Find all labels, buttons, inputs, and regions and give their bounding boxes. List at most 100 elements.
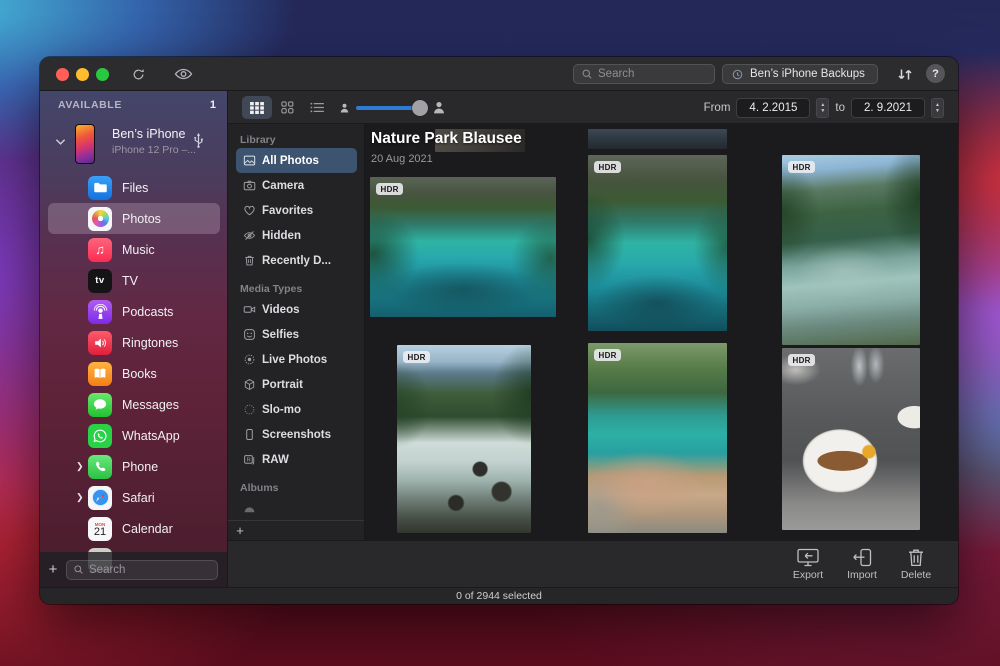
- panel-item-recently-deleted[interactable]: Recently D...: [236, 248, 357, 273]
- photo-thumbnail-6[interactable]: HDR: [782, 348, 920, 530]
- sidebar-footer: + Search: [40, 552, 228, 587]
- sidebar-item-whatsapp[interactable]: WhatsApp: [48, 420, 220, 451]
- photo-thumbnail-4[interactable]: HDR: [397, 345, 531, 533]
- device-sidebar: AVAILABLE 1 Ben’s iPhone iPhone 12 Pro –…: [40, 91, 228, 587]
- screenshot-phone-icon: [236, 428, 262, 441]
- live-photo-icon: [236, 353, 262, 366]
- to-label: to: [835, 102, 845, 114]
- panel-item-screenshots[interactable]: Screenshots: [236, 422, 357, 447]
- sidebar-item-tv[interactable]: tv TV: [48, 265, 220, 296]
- from-label: From: [704, 102, 731, 114]
- messages-app-icon: [88, 393, 112, 417]
- phone-app-icon: [88, 455, 112, 479]
- panel-item-partial-album[interactable]: [236, 496, 357, 521]
- cube-icon: [236, 378, 262, 391]
- sidebar-search-placeholder: Search: [89, 564, 125, 576]
- close-window-button[interactable]: [56, 68, 69, 81]
- panel-item-hidden[interactable]: Hidden: [236, 223, 357, 248]
- sidebar-item-messages[interactable]: Messages: [48, 389, 220, 420]
- thumbnail-view-icon: [281, 101, 294, 114]
- quick-look-button[interactable]: [173, 65, 193, 83]
- sidebar-item-phone[interactable]: ❯ Phone: [48, 451, 220, 482]
- partial-photo-strip[interactable]: [588, 129, 727, 149]
- group-title: Nature Park Blausee: [371, 130, 522, 148]
- usb-connection-icon: [192, 132, 205, 149]
- backups-button-label: Ben’s iPhone Backups: [750, 68, 865, 80]
- grid-view-button[interactable]: [242, 96, 272, 119]
- tv-app-icon: tv: [88, 269, 112, 293]
- panel-item-all-photos[interactable]: All Photos: [236, 148, 357, 173]
- sidebar-item-podcasts[interactable]: Podcasts: [48, 296, 220, 327]
- sidebar-item-books[interactable]: Books: [48, 358, 220, 389]
- from-date-field[interactable]: 4. 2.2015: [736, 98, 810, 118]
- add-album-button[interactable]: +: [228, 523, 252, 538]
- transfers-button[interactable]: [892, 65, 918, 83]
- small-person-icon: [340, 103, 349, 113]
- photo-grid: Nature Park Blausee 20 Aug 2021 HDR HDR …: [365, 124, 958, 540]
- chevron-down-icon[interactable]: [55, 138, 66, 146]
- statusbar: 0 of 2944 selected: [40, 587, 958, 604]
- available-label: AVAILABLE: [58, 99, 122, 111]
- heart-icon: [236, 204, 262, 217]
- minimize-window-button[interactable]: [76, 68, 89, 81]
- sidebar-search-field[interactable]: Search: [66, 560, 218, 580]
- books-app-icon: [88, 362, 112, 386]
- photo-thumbnail-2[interactable]: HDR: [588, 155, 727, 331]
- backups-button[interactable]: Ben’s iPhone Backups: [722, 64, 878, 84]
- add-device-button[interactable]: +: [40, 561, 66, 578]
- import-button[interactable]: Import: [842, 548, 882, 581]
- panel-item-live-photos[interactable]: Live Photos: [236, 347, 357, 372]
- trash-icon: [236, 254, 262, 267]
- delete-button[interactable]: Delete: [896, 548, 936, 581]
- app-window: Search Ben’s iPhone Backups ? AVAILABLE …: [40, 57, 958, 604]
- hdr-badge: HDR: [788, 161, 815, 173]
- titlebar-search-field[interactable]: Search: [573, 64, 715, 84]
- refresh-button[interactable]: [128, 65, 148, 83]
- list-view-button[interactable]: [302, 96, 332, 119]
- panel-item-raw[interactable]: R RAW: [236, 447, 357, 472]
- sidebar-item-photos[interactable]: Photos: [48, 203, 220, 234]
- action-toolbar: Export Import Delete: [228, 540, 958, 587]
- content-toolbar: From 4. 2.2015 ▲▼ to 2. 9.2021 ▲▼: [228, 91, 958, 124]
- titlebar-search-placeholder: Search: [598, 68, 634, 80]
- from-date-stepper[interactable]: ▲▼: [816, 98, 829, 118]
- hdr-badge: HDR: [403, 351, 430, 363]
- hdr-badge: HDR: [594, 349, 621, 361]
- photo-thumbnail-3[interactable]: HDR: [782, 155, 920, 345]
- thumbnail-size-control: [340, 91, 445, 124]
- video-icon: [236, 303, 262, 316]
- eye-slash-icon: [236, 229, 262, 242]
- panel-item-videos[interactable]: Videos: [236, 297, 357, 322]
- to-date-stepper[interactable]: ▲▼: [931, 98, 944, 118]
- backup-history-icon: [731, 68, 744, 81]
- photo-thumbnail-5[interactable]: HDR: [588, 343, 727, 533]
- help-button[interactable]: ?: [926, 64, 945, 83]
- panel-item-camera[interactable]: Camera: [236, 173, 357, 198]
- export-button[interactable]: Export: [788, 548, 828, 581]
- sidebar-item-calendar[interactable]: MON21 Calendar: [48, 513, 220, 544]
- panel-item-portrait[interactable]: Portrait: [236, 372, 357, 397]
- view-mode-segment: [242, 96, 332, 119]
- thumbnail-size-slider[interactable]: [356, 106, 426, 110]
- desktop: { "titlebar": { "search_placeholder": "S…: [0, 0, 1000, 666]
- panel-item-slo-mo[interactable]: Slo-mo: [236, 397, 357, 422]
- files-app-icon: [88, 176, 112, 200]
- transfer-arrows-icon: [896, 67, 914, 82]
- zoom-window-button[interactable]: [96, 68, 109, 81]
- svg-text:R: R: [246, 458, 250, 464]
- available-count: 1: [210, 99, 216, 111]
- album-icon: [236, 505, 262, 513]
- panel-item-selfies[interactable]: Selfies: [236, 322, 357, 347]
- sidebar-item-safari[interactable]: ❯ Safari: [48, 482, 220, 513]
- thumbnail-view-button[interactable]: [272, 96, 302, 119]
- search-icon: [581, 68, 593, 80]
- slider-thumb[interactable]: [412, 100, 428, 116]
- photo-thumbnail-1[interactable]: HDR: [370, 177, 556, 317]
- sidebar-item-ringtones[interactable]: Ringtones: [48, 327, 220, 358]
- large-person-icon: [433, 101, 445, 114]
- sidebar-item-files[interactable]: Files: [48, 172, 220, 203]
- sidebar-item-music[interactable]: ♫ Music: [48, 234, 220, 265]
- device-row[interactable]: Ben’s iPhone iPhone 12 Pro –...: [40, 120, 228, 168]
- to-date-field[interactable]: 2. 9.2021: [851, 98, 925, 118]
- panel-item-favorites[interactable]: Favorites: [236, 198, 357, 223]
